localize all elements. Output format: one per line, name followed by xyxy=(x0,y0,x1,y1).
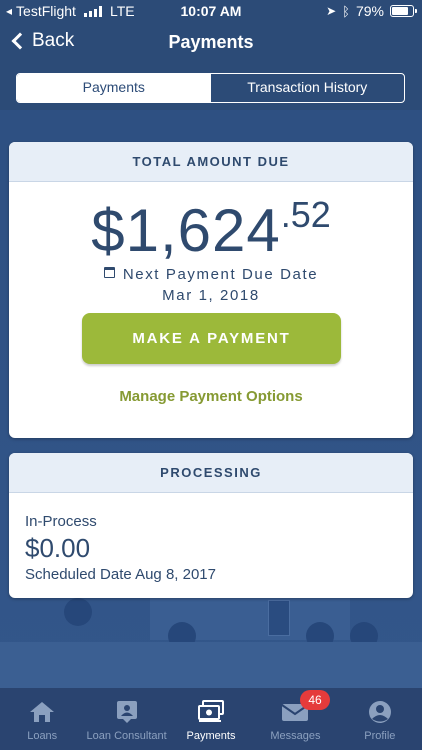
make-payment-button[interactable]: MAKE A PAYMENT xyxy=(82,313,341,364)
amount-whole: $1,624 xyxy=(91,197,281,264)
location-icon: ➤ xyxy=(326,4,337,18)
next-due-date: Mar 1, 2018 xyxy=(162,287,260,304)
home-icon xyxy=(30,702,55,722)
total-due-card: TOTAL AMOUNT DUE $1,624.52 Next Payment … xyxy=(9,142,413,438)
processing-amount: $0.00 xyxy=(25,533,91,563)
top-bar: ◂ TestFlight LTE 10:07 AM ➤ ᛒ 79% Back P… xyxy=(0,0,422,110)
window-illustration xyxy=(268,600,290,636)
scheduled-date: Scheduled Date Aug 8, 2017 xyxy=(25,566,216,583)
processing-header: PROCESSING xyxy=(9,453,413,493)
ground-illustration xyxy=(0,642,422,688)
profile-icon xyxy=(368,701,391,723)
battery-percent: 79% xyxy=(355,3,384,19)
tab-loan-consultant[interactable]: Loan Consultant xyxy=(84,688,168,750)
tab-loans[interactable]: Loans xyxy=(0,688,84,750)
next-due-label-row: Next Payment Due Date xyxy=(9,266,413,283)
processing-card: PROCESSING In-Process $0.00 Scheduled Da… xyxy=(9,453,413,598)
consultant-icon xyxy=(116,701,137,723)
calendar-icon xyxy=(103,267,115,278)
tab-profile[interactable]: Profile xyxy=(338,688,422,750)
manage-payment-options-link[interactable]: Manage Payment Options xyxy=(9,388,413,405)
tab-label: Profile xyxy=(364,730,396,742)
next-due-label: Next Payment Due Date xyxy=(122,266,319,283)
payments-icon xyxy=(198,700,225,722)
tab-payments[interactable]: Payments xyxy=(17,74,211,102)
battery-icon xyxy=(390,5,417,17)
amount-cents: .52 xyxy=(280,194,331,235)
bluetooth-icon: ᛒ xyxy=(342,3,350,19)
segmented-control: Payments Transaction History xyxy=(16,73,405,103)
messages-badge: 46 xyxy=(300,690,330,710)
tab-label: Payments xyxy=(186,730,236,742)
page-title: Payments xyxy=(168,32,254,52)
tab-label: Loan Consultant xyxy=(86,730,167,742)
tab-label: Messages xyxy=(270,730,321,742)
total-due-header: TOTAL AMOUNT DUE xyxy=(9,142,413,182)
tab-label: Loans xyxy=(27,730,58,742)
tab-bar: Loans Loan Consultant Payments Messages xyxy=(0,688,422,750)
tree-illustration xyxy=(64,598,92,626)
status-bar: ◂ TestFlight LTE 10:07 AM ➤ ᛒ 79% xyxy=(0,0,422,24)
processing-status: In-Process xyxy=(25,513,97,530)
nav-bar: Back Payments xyxy=(0,26,422,62)
tab-transaction-history[interactable]: Transaction History xyxy=(211,74,405,102)
tab-payments-bottom[interactable]: Payments xyxy=(169,688,253,750)
amount-due: $1,624.52 xyxy=(9,194,413,265)
